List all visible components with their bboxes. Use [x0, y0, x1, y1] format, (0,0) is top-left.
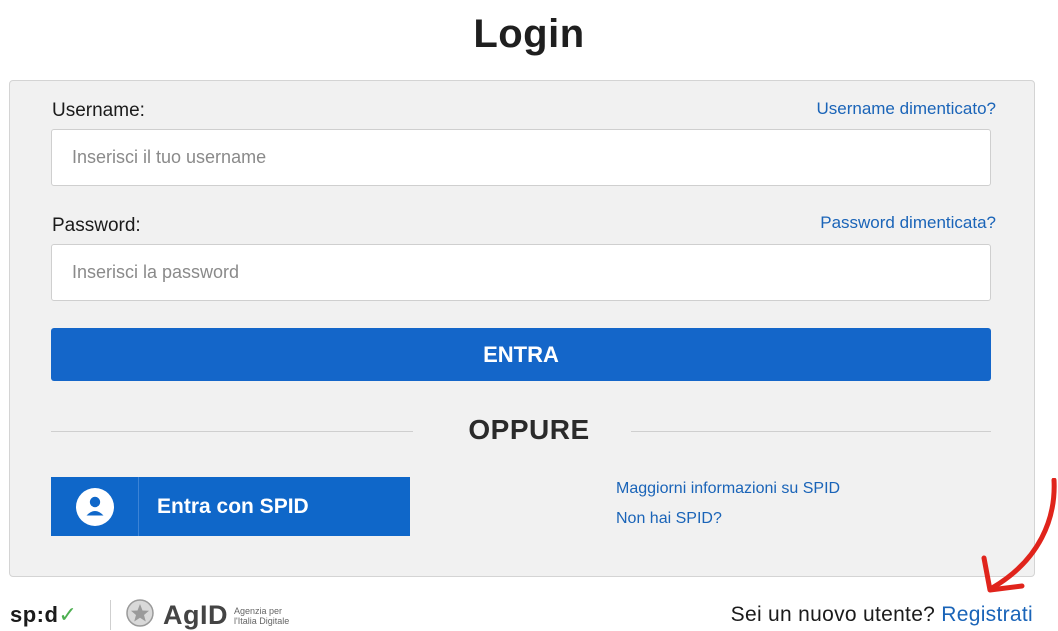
agid-logo-text: AgID	[163, 600, 228, 630]
footer-separator	[110, 600, 111, 630]
check-icon: ✓	[58, 602, 78, 627]
username-forgot-link[interactable]: Username dimenticato?	[816, 99, 996, 119]
spid-login-button[interactable]: Entra con SPID	[51, 477, 410, 536]
agid-logo: AgID Agenzia per l'Italia Digitale	[125, 598, 292, 631]
spid-logo: sp:d✓	[10, 602, 77, 628]
spid-button-label: Entra con SPID	[157, 494, 309, 518]
oppure-separator: OPPURE	[468, 414, 590, 445]
new-user-text: Sei un nuovo utente?	[730, 603, 936, 626]
user-circle-icon	[51, 477, 139, 536]
page-title: Login	[473, 12, 585, 56]
password-forgot-link[interactable]: Password dimenticata?	[820, 213, 996, 233]
password-label: Password:	[52, 215, 141, 236]
no-spid-link[interactable]: Non hai SPID?	[616, 510, 722, 528]
divider-right	[631, 431, 991, 432]
new-user-prompt: Sei un nuovo utente? Registrati	[731, 603, 1033, 627]
annotation-arrow-icon	[981, 478, 1057, 593]
login-button[interactable]: ENTRA	[51, 328, 991, 381]
spid-logo-text: sp:d	[10, 602, 59, 627]
agid-emblem-icon	[125, 598, 155, 631]
spid-info-link[interactable]: Maggiorni informazioni su SPID	[616, 480, 840, 498]
password-input[interactable]	[51, 244, 991, 301]
username-label: Username:	[52, 100, 145, 121]
username-input[interactable]	[51, 129, 991, 186]
agid-tagline: Agenzia per l'Italia Digitale	[234, 605, 290, 626]
register-link[interactable]: Registrati	[941, 603, 1033, 626]
